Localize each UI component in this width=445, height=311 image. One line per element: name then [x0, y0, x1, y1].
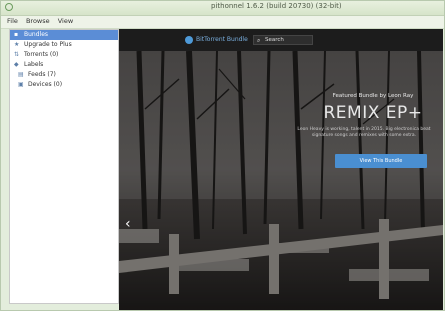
bittorrent-logo-icon [185, 36, 193, 44]
menu-browse[interactable]: Browse [26, 16, 50, 27]
bundle-browser: BitTorrent Bundle ⌕ Search Featured Bund… [119, 29, 443, 310]
sidebar-item-bundles[interactable]: ▪ Bundles [10, 30, 118, 40]
hero-background-image [119, 29, 443, 310]
box-icon: ▪ [14, 31, 19, 38]
menu-view[interactable]: View [58, 16, 73, 27]
sidebar-item-label: Torrents (0) [24, 51, 59, 58]
sidebar-item-label: Bundles [24, 31, 49, 38]
top-navigation: BitTorrent Bundle ⌕ Search [119, 29, 443, 51]
search-icon: ⌕ [257, 37, 261, 44]
featured-label: Featured Bundle by Leon Ray [332, 93, 414, 99]
app-window: pithonnel 1.6.2 (build 20730) (32-bit) F… [0, 0, 445, 311]
tag-icon: ◆ [14, 61, 19, 68]
carousel-prev-button[interactable]: ‹ [125, 217, 131, 231]
sidebar-item-feeds[interactable]: ▤ Feeds (7) [10, 70, 118, 80]
sidebar-item-upgrade[interactable]: ★ Upgrade to Plus [10, 40, 118, 50]
hero-description: Leon Heavy is working, talent in 2015. B… [297, 127, 431, 138]
feed-icon: ▤ [18, 71, 24, 78]
app-logo-icon [5, 3, 13, 11]
hero-title: REMIX EP+ [323, 103, 423, 123]
sidebar-item-labels[interactable]: ◆ Labels [10, 60, 118, 70]
view-bundle-button[interactable]: View This Bundle [335, 154, 427, 168]
logo-text: BitTorrent Bundle [196, 36, 248, 43]
menu-file[interactable]: File [7, 16, 18, 27]
star-icon: ★ [14, 41, 20, 48]
title-bar: pithonnel 1.6.2 (build 20730) (32-bit) [1, 1, 444, 16]
sidebar-item-label: Devices (0) [28, 81, 63, 88]
sidebar-item-label: Feeds (7) [28, 71, 56, 78]
sidebar-item-label: Upgrade to Plus [24, 41, 72, 48]
sidebar-item-devices[interactable]: ▣ Devices (0) [10, 80, 118, 90]
torrent-icon: ⇅ [14, 51, 20, 58]
sidebar-item-label: Labels [24, 61, 44, 68]
search-placeholder: Search [265, 37, 284, 43]
search-input[interactable]: ⌕ Search [253, 35, 313, 45]
sidebar-item-torrents[interactable]: ⇅ Torrents (0) [10, 50, 118, 60]
device-icon: ▣ [18, 81, 24, 88]
menu-bar: File Browse View [1, 16, 444, 29]
window-title: pithonnel 1.6.2 (build 20730) (32-bit) [211, 2, 342, 10]
sidebar: ▪ Bundles ★ Upgrade to Plus ⇅ Torrents (… [9, 29, 119, 304]
